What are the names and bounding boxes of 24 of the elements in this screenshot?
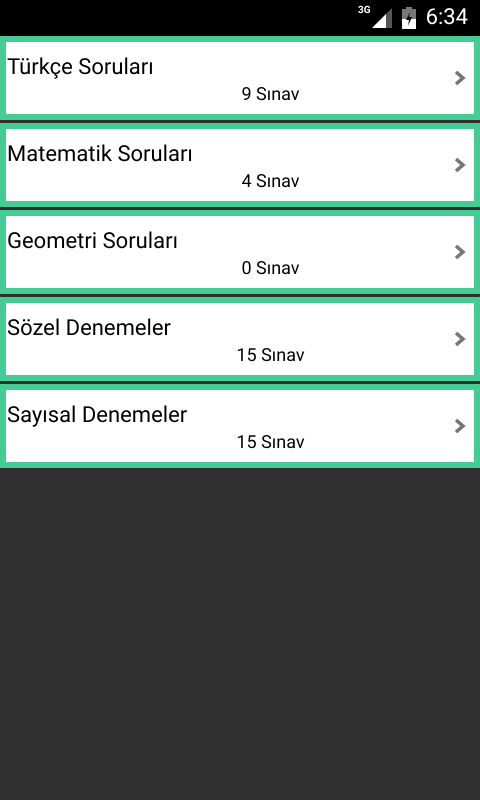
exam-count: 15 Sınav	[236, 344, 305, 368]
category-title: Sayısal Denemeler	[7, 402, 188, 430]
chevron-right-icon	[454, 244, 466, 260]
category-card[interactable]: Matematik Soruları 4 Sınav	[0, 123, 480, 207]
chevron-right-icon	[454, 331, 466, 347]
chevron-right-icon	[454, 70, 466, 86]
category-title: Geometri Soruları	[7, 228, 178, 256]
chevron-right-icon	[454, 418, 466, 434]
battery-icon	[402, 7, 416, 29]
network-type: 3G	[358, 6, 371, 16]
category-card[interactable]: Geometri Soruları 0 Sınav	[0, 210, 480, 294]
exam-count: 4 Sınav	[241, 170, 300, 194]
category-title: Matematik Soruları	[7, 141, 193, 169]
exam-count: 0 Sınav	[241, 257, 300, 281]
category-title: Türkçe Soruları	[7, 54, 154, 82]
exam-count: 9 Sınav	[241, 83, 300, 107]
category-title: Sözel Denemeler	[7, 315, 172, 343]
clock: 6:34	[426, 7, 468, 29]
chevron-right-icon	[454, 157, 466, 173]
signal-icon	[372, 8, 392, 28]
category-card[interactable]: Türkçe Soruları 9 Sınav	[0, 36, 480, 120]
category-card[interactable]: Sözel Denemeler 15 Sınav	[0, 297, 480, 381]
category-card[interactable]: Sayısal Denemeler 15 Sınav	[0, 384, 480, 468]
exam-count: 15 Sınav	[236, 431, 305, 455]
